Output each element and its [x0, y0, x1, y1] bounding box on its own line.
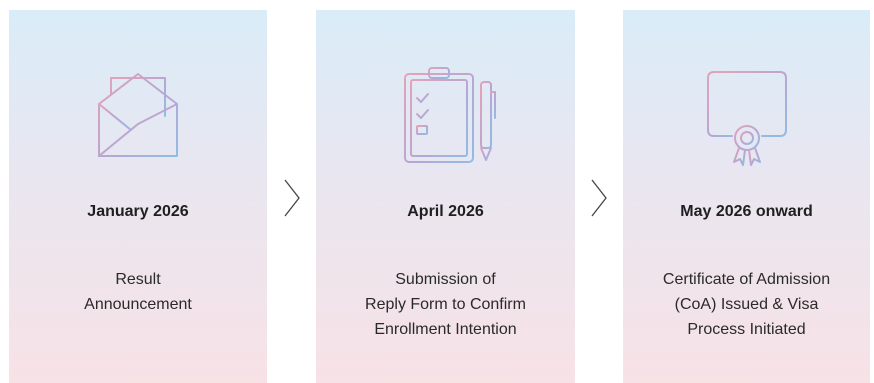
- chevron-right-icon: [591, 179, 607, 217]
- clipboard-checklist-icon: [403, 67, 496, 163]
- envelope-letter-icon: [98, 73, 178, 157]
- step-date: May 2026 onward: [680, 203, 813, 220]
- certificate-ribbon-icon: [706, 71, 787, 166]
- step-card-reply-form: April 2026 Submission of Reply Form to C…: [316, 10, 575, 383]
- step-description-line: Enrollment Intention: [374, 321, 517, 338]
- step-description-line: Reply Form to Confirm: [365, 296, 526, 313]
- step-card-result-announcement: January 2026 Result Announcement: [9, 10, 267, 383]
- step-description: Certificate of Admission (CoA) Issued & …: [623, 267, 870, 342]
- step-description-line: Process Initiated: [687, 321, 806, 338]
- step-description-line: Announcement: [84, 296, 192, 313]
- step-description: Result Announcement: [9, 267, 267, 317]
- step-description: Submission of Reply Form to Confirm Enro…: [316, 267, 575, 342]
- chevron-right-icon: [284, 179, 300, 217]
- step-description-line: (CoA) Issued & Visa: [674, 296, 819, 313]
- step-description-line: Submission of: [395, 271, 496, 288]
- step-card-coa-visa: May 2026 onward Certificate of Admission…: [623, 10, 870, 383]
- step-date: April 2026: [407, 203, 484, 220]
- step-description-line: Result: [115, 271, 161, 288]
- step-description-line: Certificate of Admission: [662, 271, 831, 288]
- step-date: January 2026: [87, 203, 189, 220]
